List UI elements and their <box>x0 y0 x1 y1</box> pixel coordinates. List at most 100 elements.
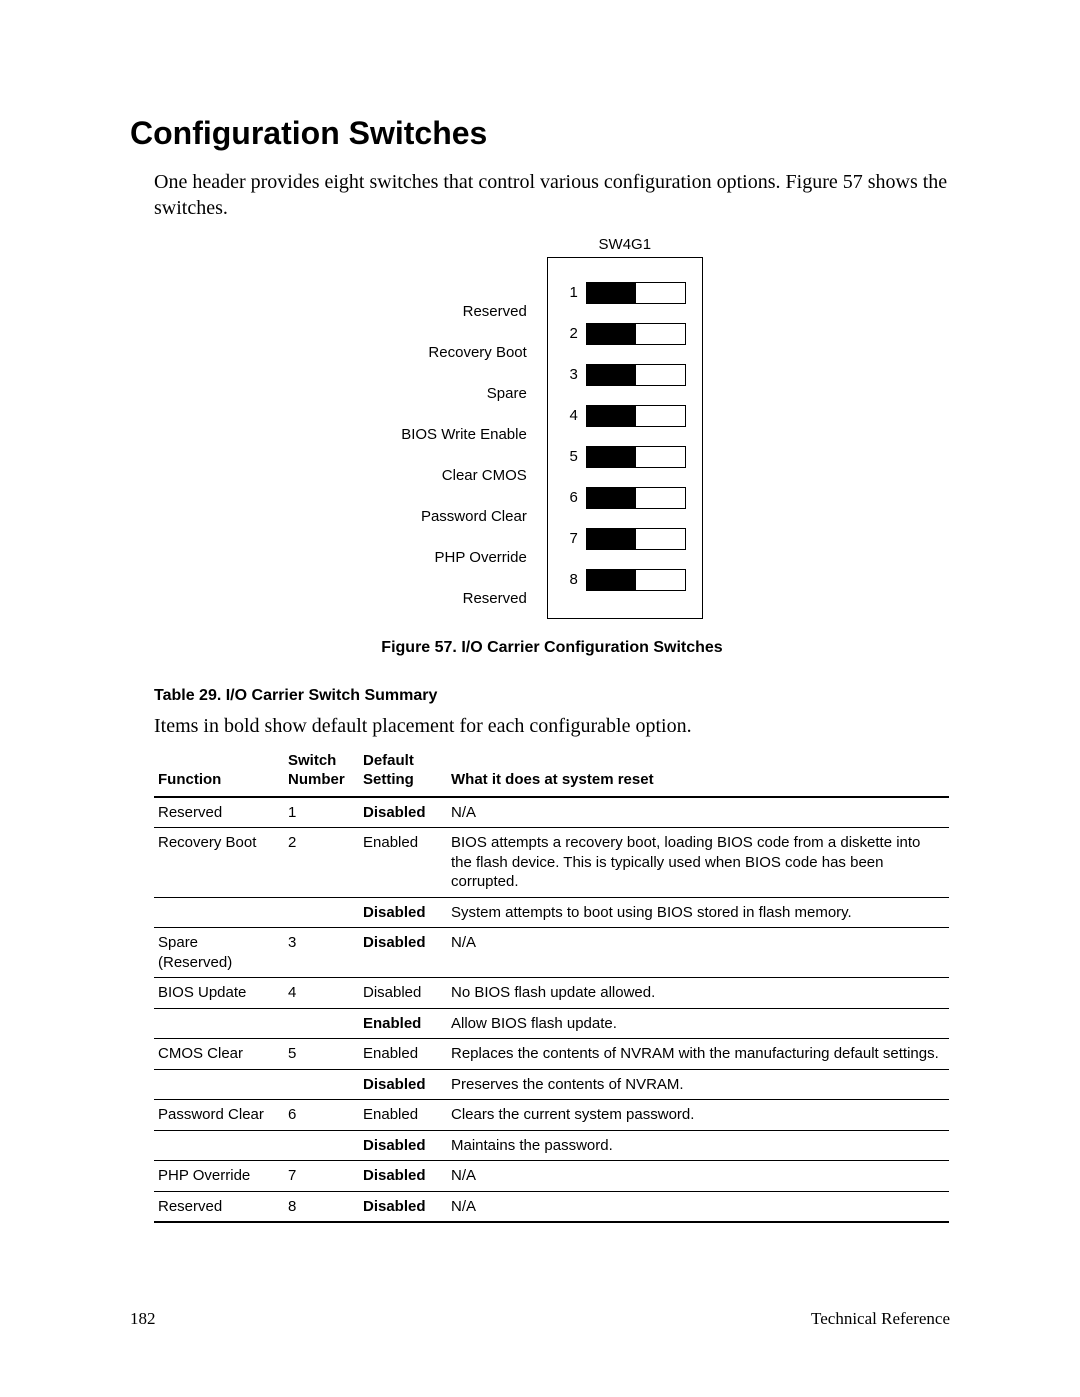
switch-label-column: ReservedRecovery BootSpareBIOS Write Ena… <box>401 257 547 619</box>
table-intro: Items in bold show default placement for… <box>154 715 950 738</box>
cell-number: 8 <box>284 1191 359 1222</box>
table-row: CMOS Clear5EnabledReplaces the contents … <box>154 1039 949 1070</box>
switch-number: 7 <box>560 530 578 547</box>
cell-function: BIOS Update <box>154 978 284 1009</box>
switch-block-label: SW4G1 <box>548 236 702 253</box>
cell-function <box>154 1069 284 1100</box>
switch-number: 3 <box>560 366 578 383</box>
switch-number: 6 <box>560 489 578 506</box>
switch-label: Reserved <box>401 291 527 332</box>
cell-number <box>284 897 359 928</box>
figure-57: ReservedRecovery BootSpareBIOS Write Ena… <box>154 257 950 657</box>
switch-row: 5 <box>560 436 686 477</box>
footer-reference: Technical Reference <box>811 1309 950 1329</box>
cell-description: N/A <box>447 928 949 978</box>
table-header-row: Function Switch Number Default Setting W… <box>154 748 949 797</box>
table-row: Reserved1DisabledN/A <box>154 797 949 828</box>
switch-label: Reserved <box>401 578 527 619</box>
cell-number: 6 <box>284 1100 359 1131</box>
cell-number: 2 <box>284 828 359 898</box>
dip-switch-icon <box>586 405 686 427</box>
cell-description: Preserves the contents of NVRAM. <box>447 1069 949 1100</box>
cell-setting: Disabled <box>359 1069 447 1100</box>
switch-label: BIOS Write Enable <box>401 414 527 455</box>
dip-switch-icon <box>586 446 686 468</box>
switch-number: 2 <box>560 325 578 342</box>
cell-number <box>284 1130 359 1161</box>
cell-setting: Enabled <box>359 828 447 898</box>
cell-number: 5 <box>284 1039 359 1070</box>
table-caption: Table 29. I/O Carrier Switch Summary <box>154 687 950 705</box>
cell-function: Spare (Reserved) <box>154 928 284 978</box>
cell-function: Recovery Boot <box>154 828 284 898</box>
cell-description: System attempts to boot using BIOS store… <box>447 897 949 928</box>
th-number-l1: Switch <box>288 752 336 769</box>
switch-label: Recovery Boot <box>401 332 527 373</box>
switch-number: 1 <box>560 284 578 301</box>
page-heading: Configuration Switches <box>130 115 950 152</box>
cell-description: No BIOS flash update allowed. <box>447 978 949 1009</box>
cell-function: PHP Override <box>154 1161 284 1192</box>
cell-description: Replaces the contents of NVRAM with the … <box>447 1039 949 1070</box>
cell-function <box>154 1130 284 1161</box>
cell-description: BIOS attempts a recovery boot, loading B… <box>447 828 949 898</box>
cell-description: Clears the current system password. <box>447 1100 949 1131</box>
table-row: DisabledPreserves the contents of NVRAM. <box>154 1069 949 1100</box>
cell-setting: Enabled <box>359 1100 447 1131</box>
cell-function: Reserved <box>154 797 284 828</box>
switch-block: SW4G1 12345678 <box>547 257 703 619</box>
switch-row: 7 <box>560 518 686 559</box>
cell-function <box>154 1008 284 1039</box>
table-row: DisabledMaintains the password. <box>154 1130 949 1161</box>
dip-switch-icon <box>586 323 686 345</box>
figure-caption: Figure 57. I/O Carrier Configuration Swi… <box>154 639 950 657</box>
switch-label: Clear CMOS <box>401 455 527 496</box>
cell-description: Allow BIOS flash update. <box>447 1008 949 1039</box>
switch-row: 4 <box>560 395 686 436</box>
table-row: Reserved8DisabledN/A <box>154 1191 949 1222</box>
dip-switch-icon <box>586 487 686 509</box>
switch-row: 3 <box>560 354 686 395</box>
cell-function: CMOS Clear <box>154 1039 284 1070</box>
dip-switch-icon <box>586 364 686 386</box>
cell-description: N/A <box>447 797 949 828</box>
cell-description: N/A <box>447 1191 949 1222</box>
cell-function <box>154 897 284 928</box>
cell-setting: Disabled <box>359 928 447 978</box>
page-number: 182 <box>130 1309 156 1329</box>
switch-row: 6 <box>560 477 686 518</box>
cell-setting: Disabled <box>359 1191 447 1222</box>
th-description: What it does at system reset <box>447 748 949 797</box>
cell-setting: Disabled <box>359 797 447 828</box>
cell-description: N/A <box>447 1161 949 1192</box>
cell-number: 4 <box>284 978 359 1009</box>
table-row: Spare (Reserved)3DisabledN/A <box>154 928 949 978</box>
th-setting-l1: Default <box>363 752 414 769</box>
cell-function: Password Clear <box>154 1100 284 1131</box>
switch-label: Spare <box>401 373 527 414</box>
table-row: Password Clear6EnabledClears the current… <box>154 1100 949 1131</box>
switch-summary-table: Function Switch Number Default Setting W… <box>154 748 949 1223</box>
switch-row: 2 <box>560 313 686 354</box>
th-setting-l2: Setting <box>363 771 414 788</box>
cell-setting: Disabled <box>359 1130 447 1161</box>
cell-setting: Enabled <box>359 1039 447 1070</box>
cell-setting: Disabled <box>359 978 447 1009</box>
switch-number: 5 <box>560 448 578 465</box>
table-row: Recovery Boot2EnabledBIOS attempts a rec… <box>154 828 949 898</box>
dip-switch-icon <box>586 569 686 591</box>
page-footer: 182 Technical Reference <box>130 1309 950 1329</box>
cell-setting: Disabled <box>359 1161 447 1192</box>
switch-number: 8 <box>560 571 578 588</box>
dip-switch-icon <box>586 282 686 304</box>
cell-function: Reserved <box>154 1191 284 1222</box>
cell-number <box>284 1069 359 1100</box>
table-row: DisabledSystem attempts to boot using BI… <box>154 897 949 928</box>
th-function: Function <box>154 748 284 797</box>
table-row: EnabledAllow BIOS flash update. <box>154 1008 949 1039</box>
th-setting: Default Setting <box>359 748 447 797</box>
cell-number: 7 <box>284 1161 359 1192</box>
dip-switch-icon <box>586 528 686 550</box>
switch-row: 1 <box>560 272 686 313</box>
th-number-l2: Number <box>288 771 345 788</box>
